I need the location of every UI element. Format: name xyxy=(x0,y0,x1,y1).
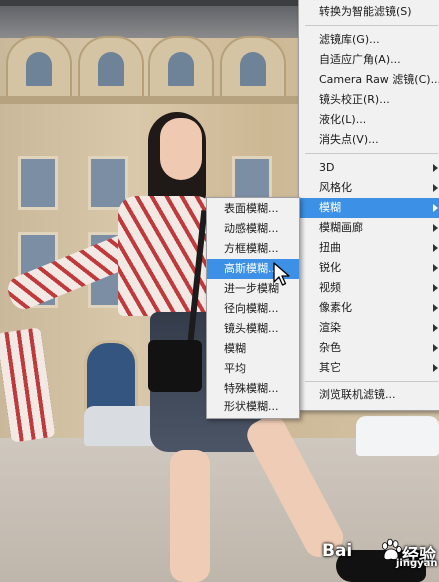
menu-separator xyxy=(305,153,438,154)
submenu-arrow-icon xyxy=(433,284,438,292)
leg xyxy=(170,450,210,582)
menu-item-noise[interactable]: 杂色 xyxy=(299,338,439,358)
menu-item-distort[interactable]: 扭曲 xyxy=(299,238,439,258)
menu-item-label: 消失点(V)... xyxy=(319,133,379,146)
menu-item-label: 模糊 xyxy=(319,201,341,214)
menu-item-browse-online-filters[interactable]: 浏览联机滤镜... xyxy=(299,385,439,405)
menu-separator xyxy=(305,381,438,382)
menu-item-pixelate[interactable]: 像素化 xyxy=(299,298,439,318)
menu-item-sharpen[interactable]: 锐化 xyxy=(299,258,439,278)
watermark-brand-sub: jingyan xyxy=(396,558,438,569)
menu-item-label: 模糊 xyxy=(224,342,246,355)
app-title-bar xyxy=(0,0,300,6)
menu-item-label: 3D xyxy=(319,161,335,174)
submenu-arrow-icon xyxy=(433,264,438,272)
menu-item-lens-correction[interactable]: 镜头校正(R)... xyxy=(299,90,439,110)
mouse-pointer-icon xyxy=(273,262,290,286)
blur-submenu: 表面模糊... 动感模糊... 方框模糊... 高斯模糊... 进一步模糊 径向… xyxy=(206,197,300,419)
submenu-arrow-icon xyxy=(433,164,438,172)
menu-item-label: 自适应广角(A)... xyxy=(319,53,401,66)
menu-item-vanishing-point[interactable]: 消失点(V)... xyxy=(299,130,439,150)
submenu-arrow-icon xyxy=(433,224,438,232)
submenu-arrow-icon xyxy=(433,204,438,212)
menu-item-label: 径向模糊... xyxy=(224,302,279,315)
menu-separator xyxy=(305,25,438,26)
menu-item-3d[interactable]: 3D xyxy=(299,158,439,178)
menu-item-label: 其它 xyxy=(319,361,341,374)
submenu-arrow-icon xyxy=(433,184,438,192)
submenu-arrow-icon xyxy=(433,244,438,252)
baidu-jingyan-watermark: Bai 经验 jingyan xyxy=(322,532,439,572)
menu-item-blur[interactable]: 模糊 xyxy=(299,198,439,218)
menu-item-label: 液化(L)... xyxy=(319,113,367,126)
menu-item-label: 模糊画廊 xyxy=(319,221,363,234)
menu-item-label: 扭曲 xyxy=(319,241,341,254)
menu-item-liquify[interactable]: 液化(L)... xyxy=(299,110,439,130)
menu-item-label: 杂色 xyxy=(319,341,341,354)
menu-item-label: 表面模糊... xyxy=(224,202,279,215)
handbag xyxy=(148,340,202,392)
face xyxy=(160,118,202,180)
menu-item-label: 风格化 xyxy=(319,181,352,194)
menu-item-label: 转换为智能滤镜(S) xyxy=(319,5,412,18)
menu-item-filter-gallery[interactable]: 滤镜库(G)... xyxy=(299,30,439,50)
submenu-arrow-icon xyxy=(433,324,438,332)
menu-item-adaptive-wide-angle[interactable]: 自适应广角(A)... xyxy=(299,50,439,70)
submenu-item-motion-blur[interactable]: 动感模糊... xyxy=(207,219,299,239)
menu-item-label: 渲染 xyxy=(319,321,341,334)
car xyxy=(356,416,439,456)
menu-item-blur-gallery[interactable]: 模糊画廊 xyxy=(299,218,439,238)
menu-item-label: 高斯模糊... xyxy=(224,262,279,275)
menu-item-label: 视频 xyxy=(319,281,341,294)
menu-item-label: Camera Raw 滤镜(C)... xyxy=(319,73,439,86)
watermark-brand-left: Bai xyxy=(322,541,353,561)
menu-item-label: 动感模糊... xyxy=(224,222,279,235)
menu-item-label: 像素化 xyxy=(319,301,352,314)
menu-item-convert-smart-filter[interactable]: 转换为智能滤镜(S) xyxy=(299,2,439,22)
submenu-item-box-blur[interactable]: 方框模糊... xyxy=(207,239,299,259)
menu-item-label: 进一步模糊 xyxy=(224,282,279,295)
menu-item-label: 方框模糊... xyxy=(224,242,279,255)
menu-item-label: 镜头模糊... xyxy=(224,322,279,335)
submenu-item-blur[interactable]: 模糊 xyxy=(207,339,299,359)
menu-item-video[interactable]: 视频 xyxy=(299,278,439,298)
submenu-arrow-icon xyxy=(433,344,438,352)
menu-item-label: 特殊模糊... xyxy=(224,382,279,395)
dormer-window xyxy=(78,36,144,98)
filter-menu: 转换为智能滤镜(S) 滤镜库(G)... 自适应广角(A)... Camera … xyxy=(298,0,439,411)
menu-item-label: 锐化 xyxy=(319,261,341,274)
dormer-window xyxy=(148,36,214,98)
dormer-window xyxy=(6,36,72,98)
menu-item-label: 形状模糊... xyxy=(224,400,279,413)
submenu-arrow-icon xyxy=(433,304,438,312)
menu-item-label: 浏览联机滤镜... xyxy=(319,388,396,401)
submenu-item-average[interactable]: 平均 xyxy=(207,359,299,379)
submenu-item-surface-blur[interactable]: 表面模糊... xyxy=(207,199,299,219)
menu-item-other[interactable]: 其它 xyxy=(299,358,439,378)
submenu-item-shape-blur[interactable]: 形状模糊... xyxy=(207,397,299,417)
window xyxy=(18,156,58,210)
submenu-item-radial-blur[interactable]: 径向模糊... xyxy=(207,299,299,319)
menu-item-label: 镜头校正(R)... xyxy=(319,93,390,106)
menu-item-stylize[interactable]: 风格化 xyxy=(299,178,439,198)
submenu-item-smart-blur[interactable]: 特殊模糊... xyxy=(207,379,299,399)
submenu-arrow-icon xyxy=(433,364,438,372)
dormer-window xyxy=(220,36,286,98)
menu-item-label: 滤镜库(G)... xyxy=(319,33,380,46)
submenu-item-lens-blur[interactable]: 镜头模糊... xyxy=(207,319,299,339)
menu-item-camera-raw[interactable]: Camera Raw 滤镜(C)... xyxy=(299,70,439,90)
menu-item-render[interactable]: 渲染 xyxy=(299,318,439,338)
menu-item-label: 平均 xyxy=(224,362,246,375)
